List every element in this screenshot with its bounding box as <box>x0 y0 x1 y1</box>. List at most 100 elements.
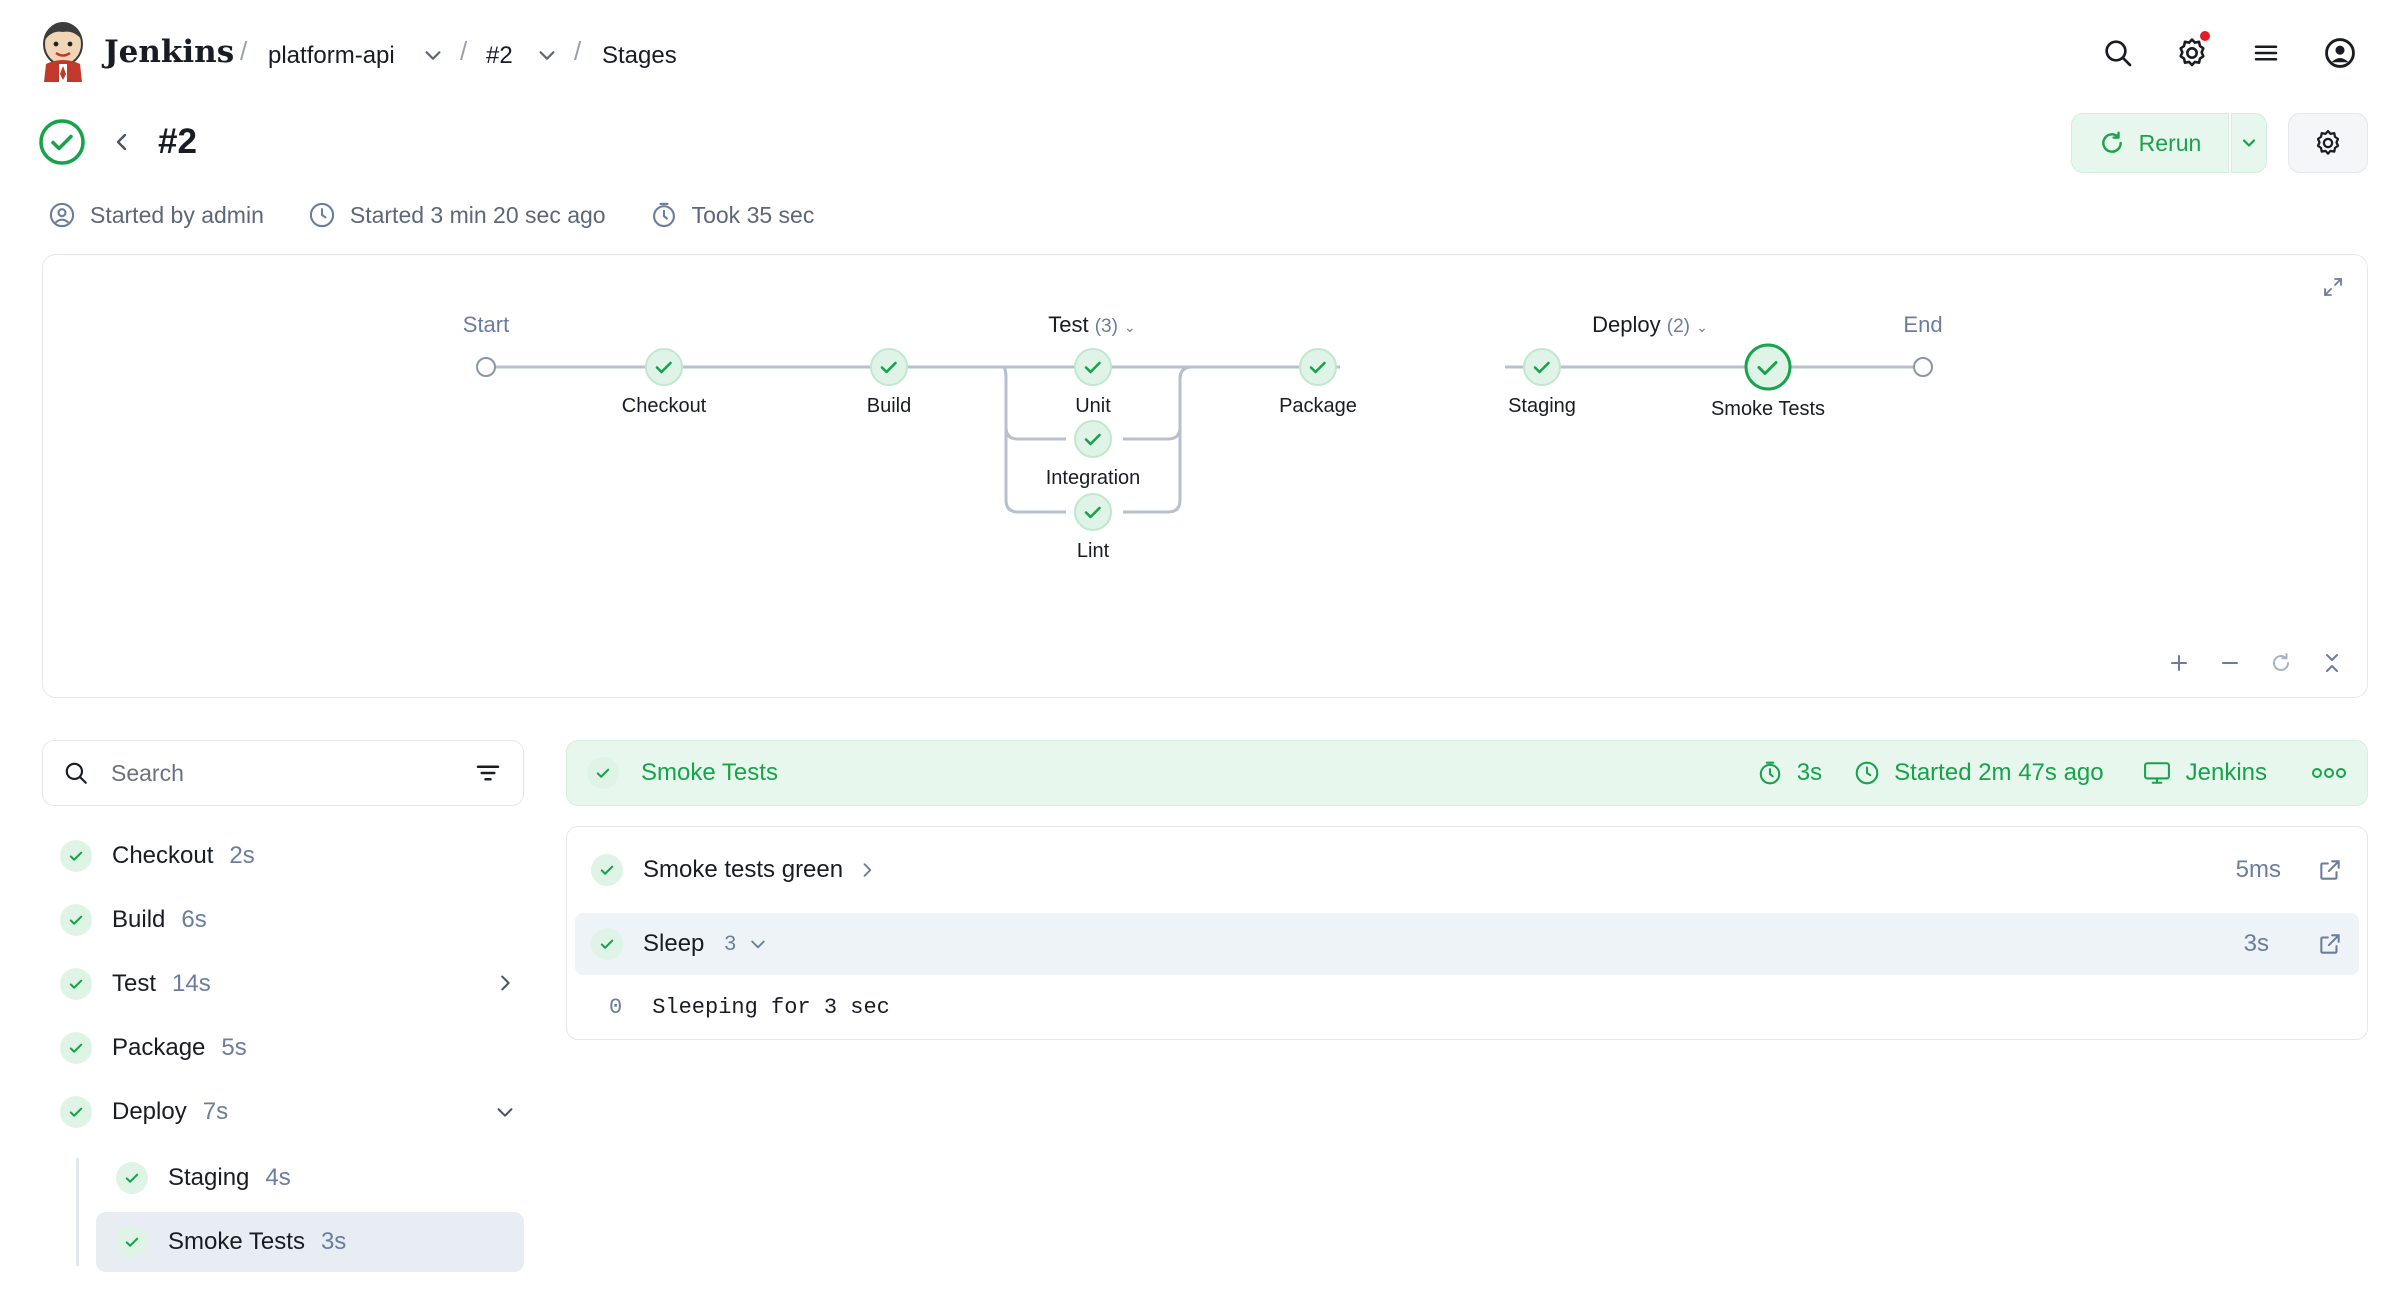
stage-steps: Smoke tests green 5ms Sleep 3 3s 0 Sleepi… <box>566 826 2368 1040</box>
stage-search[interactable] <box>42 740 524 806</box>
gear-icon <box>2316 130 2340 155</box>
graph-node-unit[interactable] <box>1073 347 1113 387</box>
chevron-down-icon[interactable] <box>536 44 558 66</box>
back-chevron-icon[interactable] <box>110 128 134 156</box>
step-name: Smoke tests green <box>643 856 844 883</box>
chevron-right-icon[interactable] <box>857 860 877 880</box>
refresh-icon <box>2101 131 2122 153</box>
log-text: Sleeping for 3 sec <box>652 995 890 1020</box>
graph-node-smoke-tests-selected[interactable] <box>1743 342 1793 392</box>
selected-stage-name: Smoke Tests <box>641 759 778 786</box>
started-at: Started 3 min 20 sec ago <box>349 201 606 228</box>
success-check-icon <box>587 757 619 789</box>
step-row-smoke-tests-green[interactable]: Smoke tests green 5ms <box>575 839 2359 901</box>
run-meta: Started by admin Started 3 min 20 sec ag… <box>48 201 814 229</box>
success-check-icon <box>116 1162 148 1194</box>
success-check-icon <box>591 928 623 960</box>
breadcrumb-run[interactable]: #2 <box>486 42 513 70</box>
duration: Took 35 sec <box>691 201 815 228</box>
manage-gear-icon[interactable] <box>2168 29 2216 77</box>
step-duration: 5ms <box>2235 856 2281 883</box>
brand-name[interactable]: Jenkins <box>104 34 234 70</box>
graph-label-smoke-tests: Smoke Tests <box>1710 398 1826 420</box>
stage-duration: 4s <box>265 1164 291 1191</box>
user-account-icon[interactable] <box>2316 29 2364 77</box>
zoom-in-icon[interactable] <box>2167 651 2191 675</box>
group-deploy-name: Deploy <box>1592 312 1661 337</box>
clock-icon <box>1855 761 1879 785</box>
stage-item-package[interactable]: Package 5s <box>60 1018 524 1078</box>
graph-node-integration[interactable] <box>1073 419 1113 459</box>
graph-group-test[interactable]: Test (3) ⌄ <box>1048 312 1136 338</box>
stage-name: Test <box>112 970 157 997</box>
chevron-down-icon: ⌄ <box>1696 319 1708 335</box>
collapse-icon[interactable] <box>2320 651 2344 675</box>
open-external-icon[interactable] <box>2317 857 2343 883</box>
jenkins-logo-icon[interactable] <box>38 20 88 82</box>
stage-item-test[interactable]: Test 14s <box>60 954 524 1014</box>
graph-node-staging[interactable] <box>1522 347 1562 387</box>
success-check-icon <box>60 1032 92 1064</box>
search-icon[interactable] <box>2094 29 2142 77</box>
graph-label-build: Build <box>866 395 912 417</box>
expand-icon[interactable] <box>2321 275 2345 299</box>
chevron-down-icon[interactable] <box>748 934 768 954</box>
menu-icon[interactable] <box>2242 29 2290 77</box>
open-external-icon[interactable] <box>2317 931 2343 957</box>
success-check-icon <box>60 840 92 872</box>
stage-duration: 14s <box>172 970 211 997</box>
rerun-button[interactable]: Rerun <box>2071 113 2229 173</box>
configure-button[interactable] <box>2288 113 2368 173</box>
stage-duration: 7s <box>202 1098 229 1125</box>
started-by: Started by admin <box>90 201 264 228</box>
selected-stage-header: Smoke Tests 3s Started 2m 47s ago Jenkin… <box>566 740 2368 806</box>
stage-duration: 5s <box>221 1034 247 1061</box>
computer-icon <box>2143 762 2170 784</box>
search-input[interactable] <box>111 759 451 787</box>
success-status-icon <box>38 118 86 166</box>
step-row-sleep[interactable]: Sleep 3 3s <box>575 913 2359 975</box>
stage-item-checkout[interactable]: Checkout 2s <box>60 826 524 886</box>
reset-zoom-icon[interactable] <box>2269 651 2293 675</box>
zoom-out-icon[interactable] <box>2218 651 2242 675</box>
stage-item-staging[interactable]: Staging 4s <box>96 1148 524 1208</box>
user-icon <box>49 202 75 228</box>
filter-icon[interactable] <box>473 758 503 788</box>
chevron-right-icon[interactable] <box>494 972 516 994</box>
pipeline-graph: Start Test (3) ⌄ Deploy (2) ⌄ End Checko… <box>42 254 2368 698</box>
step-name: Sleep <box>643 930 705 957</box>
success-check-icon <box>60 968 92 1000</box>
graph-node-package[interactable] <box>1298 347 1338 387</box>
graph-group-deploy[interactable]: Deploy (2) ⌄ <box>1592 312 1708 338</box>
graph-end-label: End <box>1903 312 1943 337</box>
stage-duration: 2s <box>229 842 255 869</box>
more-options-icon[interactable] <box>2311 767 2347 779</box>
step-duration: 3s <box>2243 930 2269 957</box>
graph-label-integration: Integration <box>1045 467 1141 489</box>
chevron-down-icon[interactable] <box>494 1101 516 1123</box>
rerun-label: Rerun <box>2138 129 2202 156</box>
breadcrumb-page[interactable]: Stages <box>602 42 677 70</box>
stage-item-deploy[interactable]: Deploy 7s <box>60 1082 524 1142</box>
step-log-count: 3 <box>724 932 737 955</box>
group-deploy-count: (2) <box>1666 316 1690 337</box>
stage-item-smoke-tests-selected[interactable]: Smoke Tests 3s <box>96 1212 524 1272</box>
tree-guide-line <box>76 1158 79 1266</box>
stage-item-build[interactable]: Build 6s <box>60 890 524 950</box>
success-check-icon <box>60 1096 92 1128</box>
graph-node-checkout[interactable] <box>644 347 684 387</box>
rerun-options-button[interactable] <box>2231 113 2267 173</box>
top-bar: Jenkins / platform-api / #2 / Stages <box>0 0 2400 106</box>
graph-node-build[interactable] <box>869 347 909 387</box>
breadcrumb-separator: / <box>240 36 248 66</box>
success-check-icon <box>116 1226 148 1258</box>
breadcrumb-project[interactable]: platform-api <box>268 42 395 70</box>
timer-icon <box>1759 761 1781 785</box>
chevron-down-icon[interactable] <box>422 44 444 66</box>
graph-node-lint[interactable] <box>1073 492 1113 532</box>
selected-stage-agent[interactable]: Jenkins <box>2186 759 2267 787</box>
group-test-count: (3) <box>1094 316 1118 337</box>
run-title: #2 <box>158 122 197 161</box>
log-line-number: 0 <box>609 995 623 1020</box>
pipeline-connectors <box>486 365 1923 514</box>
